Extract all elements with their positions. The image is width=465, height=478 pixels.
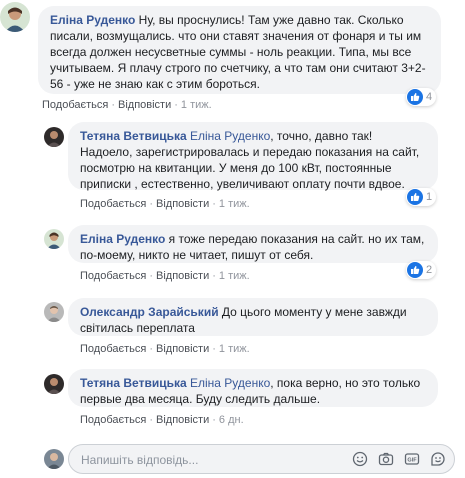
composer-icons: GIF [352, 451, 446, 467]
reply-actions: Подобається · Відповісти · 1 тиж. [80, 270, 250, 282]
avatar-image [44, 127, 64, 147]
separator-dot: · [174, 99, 178, 111]
reply-author[interactable]: Тетяна Ветвицька [80, 129, 187, 143]
timestamp[interactable]: 1 тиж. [219, 343, 250, 355]
separator-dot: · [149, 270, 153, 282]
avatar-image [0, 2, 30, 32]
reply-link[interactable]: Відповісти [156, 198, 209, 210]
reaction-number: 4 [426, 91, 433, 103]
separator-dot: · [212, 198, 216, 210]
reaction-count[interactable]: 2 [406, 261, 437, 279]
reply-link[interactable]: Відповісти [118, 99, 171, 111]
reaction-number: 2 [426, 264, 433, 276]
separator-dot: · [149, 343, 153, 355]
reply-bubble: Тетяна Ветвицька Еліна Руденко, пока вер… [68, 369, 438, 407]
reaction-count[interactable]: 4 [406, 88, 437, 106]
reply-actions: Подобається · Відповісти · 1 тиж. [80, 343, 250, 355]
thumbs-up-icon [407, 189, 423, 205]
avatar-image [44, 229, 64, 249]
reply-author[interactable]: Еліна Руденко [80, 232, 165, 246]
reply-author[interactable]: Тетяна Ветвицька [80, 376, 187, 390]
like-link[interactable]: Подобається [42, 99, 108, 111]
reply-link[interactable]: Відповісти [156, 270, 209, 282]
separator-dot: · [149, 198, 153, 210]
reply-link[interactable]: Відповісти [156, 414, 209, 426]
reply-actions: Подобається · Відповісти · 1 тиж. [80, 198, 250, 210]
like-link[interactable]: Подобається [80, 343, 146, 355]
reply-bubble: Тетяна Ветвицька Еліна Руденко, точно, д… [68, 122, 438, 191]
avatar-image [44, 302, 64, 322]
reply-bubble: Еліна Руденко я тоже передаю показания н… [68, 225, 438, 263]
like-link[interactable]: Подобається [80, 414, 146, 426]
thumbs-up-icon [407, 89, 423, 105]
separator-dot: · [111, 99, 115, 111]
reaction-number: 1 [426, 191, 433, 203]
avatar[interactable] [44, 127, 64, 147]
comment-author[interactable]: Еліна Руденко [50, 13, 135, 27]
thumbs-up-icon [407, 262, 423, 278]
like-link[interactable]: Подобається [80, 198, 146, 210]
reply-input[interactable] [81, 452, 321, 468]
comment-bubble: Еліна Руденко Ну, вы проснулись! Там уже… [38, 6, 441, 94]
mention-link[interactable]: Еліна Руденко [190, 376, 270, 390]
separator-dot: · [212, 414, 216, 426]
avatar[interactable] [44, 229, 64, 249]
separator-dot: · [212, 343, 216, 355]
separator-dot: · [212, 270, 216, 282]
svg-text:GIF: GIF [407, 458, 417, 464]
comment-actions: Подобається · Відповісти · 1 тиж. [42, 99, 212, 111]
avatar[interactable] [0, 2, 30, 32]
avatar-image [44, 449, 64, 469]
mention-link[interactable]: Еліна Руденко [190, 129, 270, 143]
avatar[interactable] [44, 374, 64, 394]
avatar-image [44, 374, 64, 394]
reaction-count[interactable]: 1 [406, 188, 437, 206]
reply-actions: Подобається · Відповісти · 6 дн. [80, 414, 244, 426]
timestamp[interactable]: 1 тиж. [219, 270, 250, 282]
gif-icon[interactable]: GIF [404, 451, 420, 467]
smiley-icon[interactable] [352, 451, 368, 467]
timestamp[interactable]: 1 тиж. [181, 99, 212, 111]
reply-bubble: Олександр Зарайський До цього моменту у … [68, 298, 438, 336]
reply-link[interactable]: Відповісти [156, 343, 209, 355]
reply-author[interactable]: Олександр Зарайський [80, 305, 219, 319]
sticker-icon[interactable] [430, 451, 446, 467]
timestamp[interactable]: 1 тиж. [219, 198, 250, 210]
timestamp[interactable]: 6 дн. [219, 414, 244, 426]
current-user-avatar [44, 449, 64, 469]
avatar[interactable] [44, 302, 64, 322]
separator-dot: · [149, 414, 153, 426]
like-link[interactable]: Подобається [80, 270, 146, 282]
reply-composer[interactable]: GIF [68, 444, 455, 474]
camera-icon[interactable] [378, 451, 394, 467]
